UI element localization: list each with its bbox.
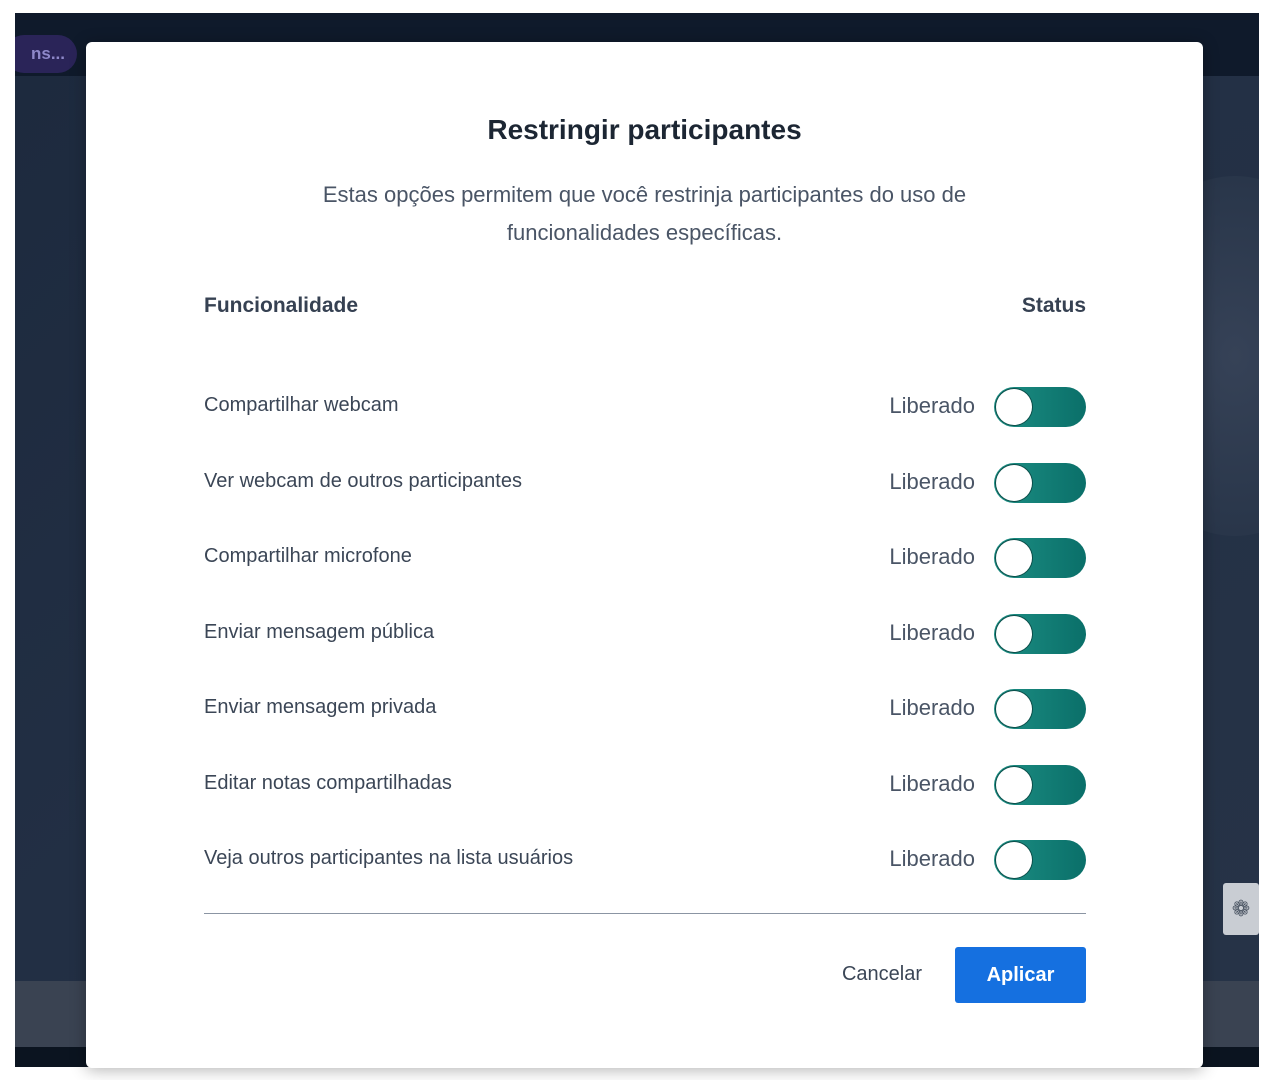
toggle-shared-notes[interactable] — [994, 764, 1086, 805]
row-status-text: Liberado — [889, 770, 975, 796]
toggle-user-list[interactable] — [994, 840, 1086, 880]
modal-description: Estas opções permitem que você restrinja… — [322, 182, 967, 245]
row-status-text: Liberado — [889, 468, 975, 494]
recording-pill: ns... — [15, 35, 77, 73]
restriction-row-shared-notes: Editar notas compartilhadas Liberado — [204, 764, 1086, 841]
row-status-text: Liberado — [889, 846, 975, 871]
restriction-row-share-webcam: Compartilhar webcam Liberado — [204, 387, 1086, 463]
restriction-row-private-chat: Enviar mensagem privada Liberado — [204, 689, 1086, 765]
toggle-share-microphone[interactable] — [994, 538, 1086, 578]
toggle-knob — [996, 766, 1032, 803]
toggle-knob — [996, 615, 1032, 652]
modal-title: Restringir participantes — [487, 114, 802, 145]
row-status-text: Liberado — [889, 544, 975, 569]
toggle-see-other-webcams[interactable] — [994, 462, 1086, 503]
row-label: Compartilhar webcam — [204, 394, 399, 416]
toggle-knob — [996, 540, 1032, 576]
toggle-knob — [996, 464, 1032, 501]
toggle-knob — [996, 842, 1032, 878]
row-label: Editar notas compartilhadas — [204, 771, 452, 794]
toggle-share-webcam[interactable] — [994, 387, 1086, 427]
restriction-row-user-list: Veja outros participantes na lista usuár… — [204, 840, 1086, 916]
row-status-text: Liberado — [889, 619, 975, 645]
row-status-text: Liberado — [889, 695, 975, 720]
row-status-text: Liberado — [889, 393, 975, 418]
row-label: Enviar mensagem privada — [204, 696, 437, 718]
cancel-button[interactable]: Cancelar — [830, 950, 934, 998]
footer-divider — [204, 913, 1086, 914]
status-column-header: Status — [1021, 294, 1086, 317]
restriction-row-share-microphone: Compartilhar microfone Liberado — [204, 538, 1086, 614]
restriction-row-see-other-webcams: Ver webcam de outros participantes Liber… — [204, 462, 1086, 539]
row-label: Enviar mensagem pública — [204, 620, 435, 643]
apply-button[interactable]: Aplicar — [955, 947, 1086, 1003]
restrictions-list: Compartilhar webcam Liberado Ver webcam … — [204, 387, 1086, 916]
feature-column-header: Funcionalidade — [204, 294, 359, 317]
presentation-thumbnail-icon: ❁ — [1223, 883, 1259, 935]
toggle-public-chat[interactable] — [994, 613, 1086, 654]
restriction-row-public-chat: Enviar mensagem pública Liberado — [204, 613, 1086, 690]
restrict-participants-modal: Restringir participantes Estas opções pe… — [86, 42, 1203, 1068]
toggle-knob — [996, 691, 1032, 727]
table-header: Funcionalidade Status — [204, 294, 1086, 324]
row-label: Ver webcam de outros participantes — [204, 469, 522, 492]
row-label: Veja outros participantes na lista usuár… — [204, 847, 574, 869]
toggle-private-chat[interactable] — [994, 689, 1086, 729]
row-label: Compartilhar microfone — [204, 545, 412, 567]
toggle-knob — [996, 389, 1032, 425]
